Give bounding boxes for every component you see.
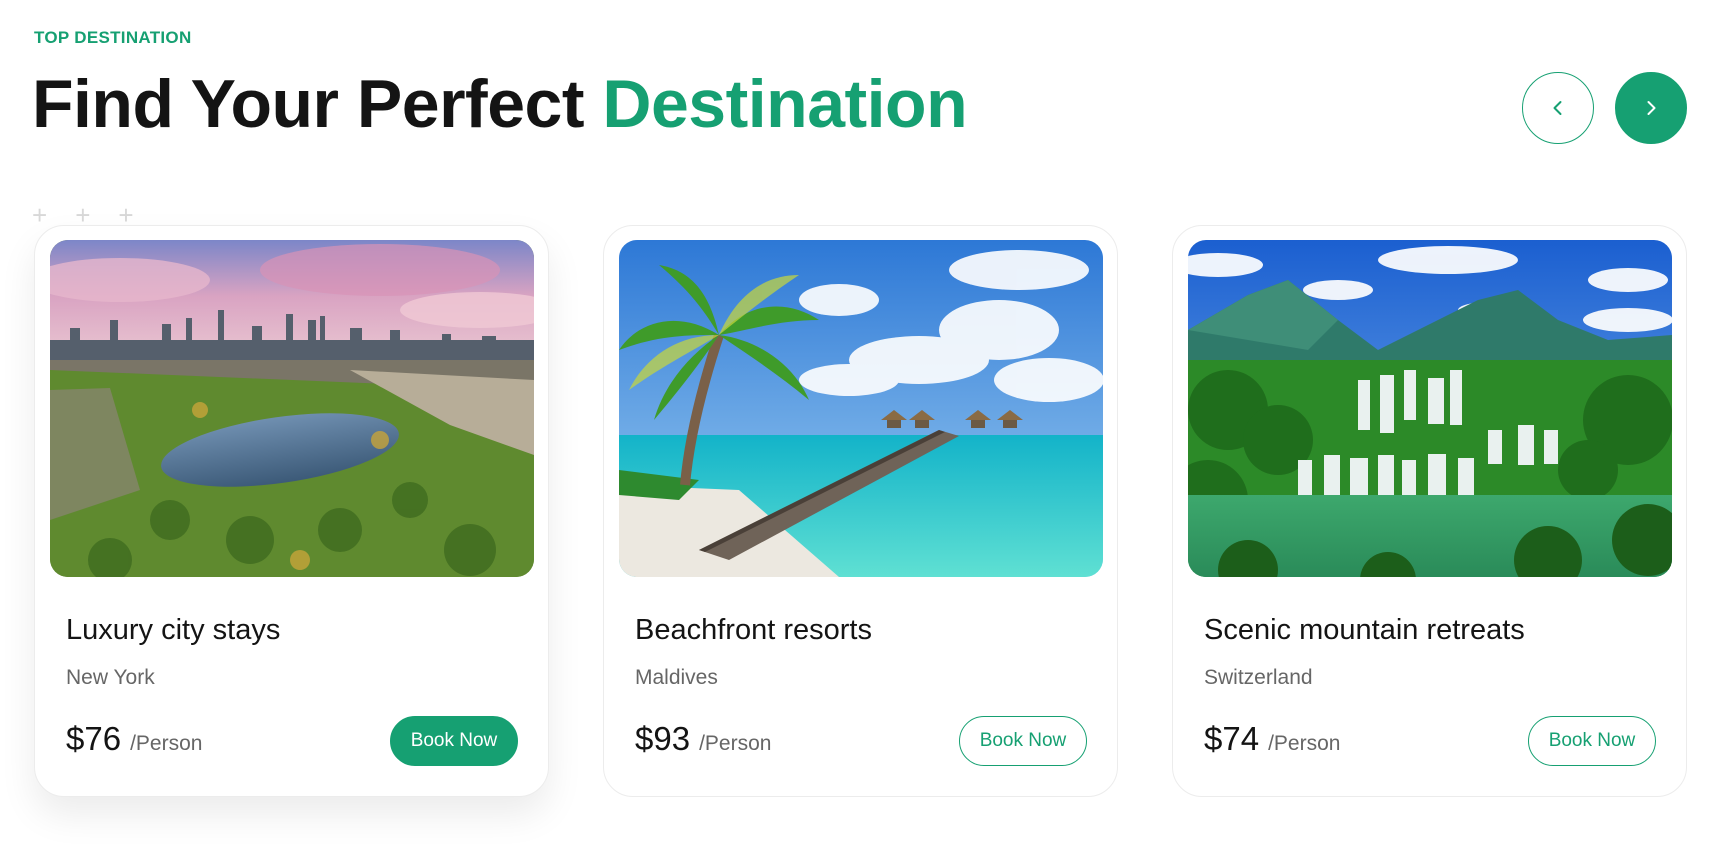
card-price: $76 <box>66 720 122 757</box>
card-price-row: $74 /Person <box>1204 720 1340 758</box>
chevron-left-icon <box>1553 101 1562 115</box>
card-price: $74 <box>1204 720 1260 757</box>
card-title: Beachfront resorts <box>635 614 872 646</box>
card-price: $93 <box>635 720 691 757</box>
carousel-next-button[interactable] <box>1615 72 1687 144</box>
section-title-accent: Destination <box>602 66 968 142</box>
card-location: Maldives <box>635 666 718 689</box>
book-now-button[interactable]: Book Now <box>390 716 518 766</box>
destination-card: Luxury city stays New York $76 /Person B… <box>34 225 549 797</box>
card-price-unit: /Person <box>1268 732 1341 755</box>
card-location: New York <box>66 666 155 689</box>
decorative-plus-pattern: + + + <box>32 200 134 230</box>
card-title: Luxury city stays <box>66 614 281 646</box>
card-title: Scenic mountain retreats <box>1204 614 1525 646</box>
book-now-button[interactable]: Book Now <box>959 716 1087 766</box>
destination-card: Beachfront resorts Maldives $93 /Person … <box>603 225 1118 797</box>
card-price-row: $93 /Person <box>635 720 771 758</box>
section-title-main: Find Your Perfect <box>32 66 603 142</box>
card-price-row: $76 /Person <box>66 720 202 758</box>
carousel-prev-button[interactable] <box>1522 72 1594 144</box>
book-now-button[interactable]: Book Now <box>1528 716 1656 766</box>
chevron-right-icon <box>1647 101 1656 115</box>
tropical-pier-image <box>619 240 1103 577</box>
section-eyebrow: TOP DESTINATION <box>34 28 192 47</box>
city-park-aerial-image <box>50 240 534 577</box>
card-price-unit: /Person <box>699 732 772 755</box>
card-price-unit: /Person <box>130 732 203 755</box>
section-title: Find Your Perfect Destination <box>32 62 968 146</box>
destination-card: Scenic mountain retreats Switzerland $74… <box>1172 225 1687 797</box>
card-location: Switzerland <box>1204 666 1313 689</box>
waterfall-mountains-image <box>1188 240 1672 577</box>
